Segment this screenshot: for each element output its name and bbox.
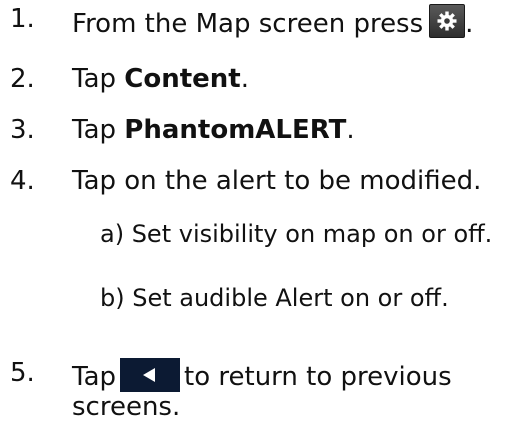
substep-b: b) Set audible Alert on or off. [100,284,449,312]
step-text: From the Map screen press . [72,4,473,39]
step-text: Tap on the alert to be modified. [72,166,482,196]
step-text-after: to return to previous [184,362,452,392]
step-number: 3. [10,115,35,145]
gear-icon [437,11,457,31]
step-text-before: Tap [72,64,125,94]
step-text-before: Tap [72,362,117,392]
step-number: 2. [10,64,35,94]
step-number: 1. [10,4,35,34]
step-bold-term: Content [124,64,241,94]
step-number: 5. [10,358,35,388]
step-text-after: . [465,9,474,39]
back-button [120,358,181,392]
step-bold-term: PhantomALERT [124,115,347,145]
step-text: Tap to return to previous [72,358,452,392]
step-text-before: Tap [72,115,125,145]
step-text: Tap PhantomALERT. [72,115,355,145]
step-number: 4. [10,166,35,196]
step-text: Tap Content. [72,64,249,94]
back-arrow-icon [143,368,156,382]
settings-button [429,4,466,38]
step-text-before: From the Map screen press [72,9,424,39]
step-text-line2: screens. [72,392,181,422]
step-text-after: . [346,115,355,145]
substep-a: a) Set visibility on map on or off. [100,220,493,248]
step-text-after: . [240,64,250,94]
